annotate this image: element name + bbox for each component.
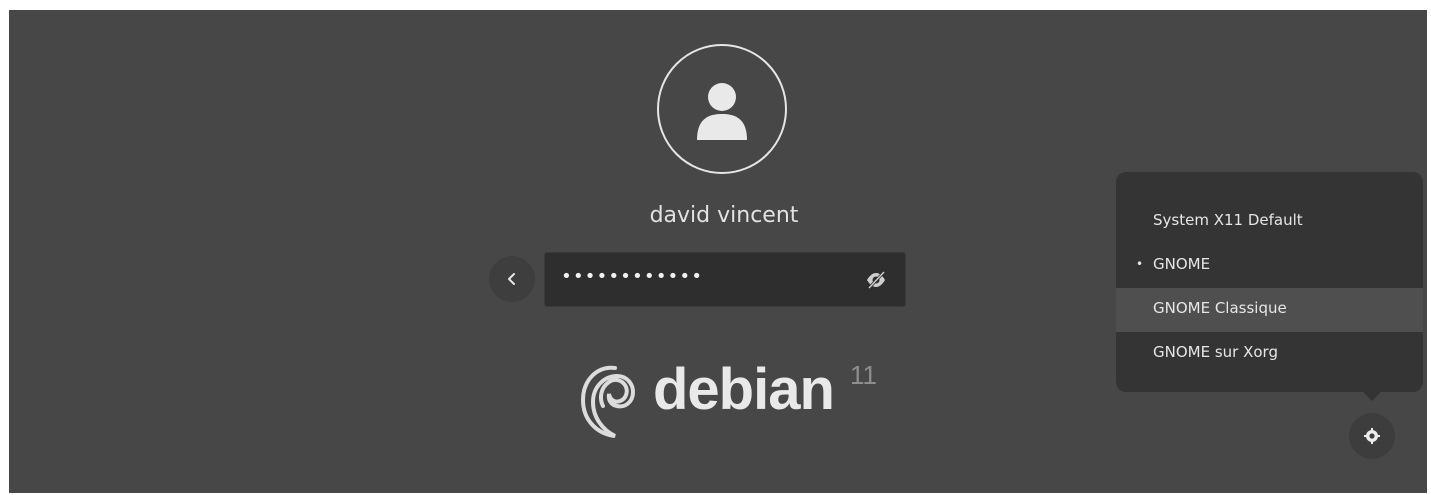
- gear-icon: [1364, 428, 1380, 444]
- session-item-gnome-classique[interactable]: GNOME Classique: [1116, 288, 1423, 332]
- debian-logo: debian 11: [575, 350, 885, 450]
- chevron-left-icon: [508, 273, 515, 285]
- menu-item-label: System X11 Default: [1153, 211, 1303, 229]
- menu-item-label: GNOME Classique: [1153, 299, 1287, 317]
- menu-item-label: GNOME: [1153, 255, 1211, 273]
- user-avatar: [657, 44, 787, 174]
- session-selector-button[interactable]: [1349, 413, 1395, 459]
- login-screen: david vincent •••••••••••• debian 11 Sys…: [9, 10, 1427, 493]
- session-item-system-x11-default[interactable]: System X11 Default: [1116, 200, 1423, 244]
- username-label: david vincent: [649, 203, 799, 228]
- selected-bullet-icon: •: [1136, 257, 1144, 271]
- session-menu: System X11 Default • GNOME GNOME Classiq…: [1116, 172, 1423, 392]
- logo-version: 11: [850, 360, 877, 390]
- debian-swirl-icon: [580, 365, 636, 438]
- user-avatar-icon: [697, 83, 747, 140]
- menu-item-label: GNOME sur Xorg: [1153, 343, 1278, 361]
- password-field[interactable]: ••••••••••••: [544, 252, 906, 307]
- password-value: ••••••••••••: [561, 266, 704, 287]
- logo-text: debian: [653, 357, 835, 422]
- eye-slash-icon[interactable]: [865, 269, 887, 291]
- menu-pointer: [1362, 391, 1382, 401]
- session-item-gnome[interactable]: • GNOME: [1116, 244, 1423, 288]
- back-button[interactable]: [489, 256, 535, 302]
- session-item-gnome-sur-xorg[interactable]: GNOME sur Xorg: [1116, 332, 1423, 376]
